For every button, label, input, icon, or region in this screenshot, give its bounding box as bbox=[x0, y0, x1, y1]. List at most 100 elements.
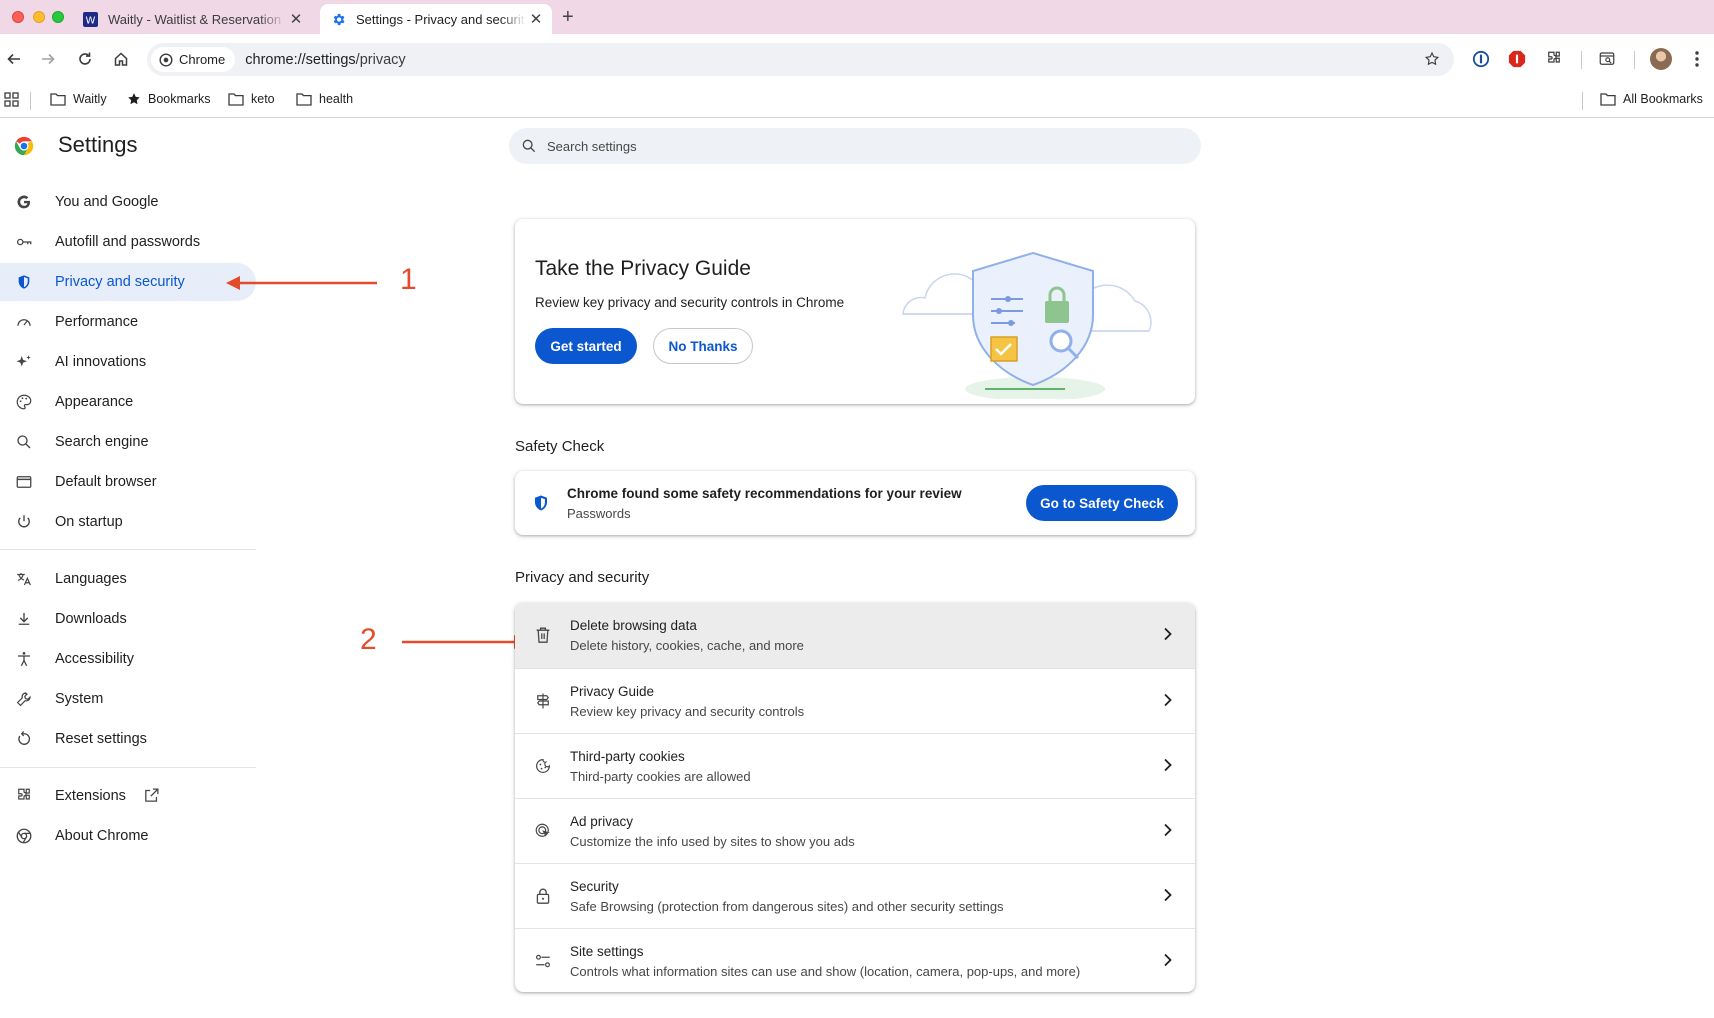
fullscreen-window-button[interactable] bbox=[52, 11, 64, 23]
home-button[interactable] bbox=[111, 49, 131, 69]
sidebar-item-about-chrome[interactable]: About Chrome bbox=[0, 817, 256, 855]
sidebar-item-privacy[interactable]: Privacy and security bbox=[0, 263, 256, 301]
palette-icon bbox=[14, 392, 34, 412]
sidebar-item-system[interactable]: System bbox=[0, 680, 256, 718]
sidebar-item-label: AI innovations bbox=[55, 354, 147, 370]
forward-button[interactable] bbox=[38, 49, 58, 69]
sidebar-item-performance[interactable]: Performance bbox=[0, 303, 256, 341]
waitly-favicon: W bbox=[82, 11, 98, 27]
all-bookmarks-button[interactable]: All Bookmarks bbox=[1600, 92, 1703, 106]
sidebar-item-label: Accessibility bbox=[55, 651, 134, 667]
row-security[interactable]: Security Safe Browsing (protection from … bbox=[515, 863, 1195, 928]
row-site-settings[interactable]: Site settings Controls what information … bbox=[515, 928, 1195, 992]
tab-search-icon[interactable] bbox=[1596, 48, 1618, 70]
row-subtitle: Review key privacy and security controls bbox=[570, 704, 805, 719]
back-button[interactable] bbox=[4, 49, 24, 69]
sidebar-item-reset-settings[interactable]: Reset settings bbox=[0, 720, 256, 758]
bookmark-keto[interactable]: keto bbox=[228, 92, 275, 106]
browser-window-icon bbox=[14, 472, 34, 492]
sidebar-item-appearance[interactable]: Appearance bbox=[0, 383, 256, 421]
toolbar-divider bbox=[1581, 51, 1582, 69]
bookmark-star-icon[interactable] bbox=[1424, 51, 1440, 72]
bookmark-label: Bookmarks bbox=[148, 92, 211, 106]
chip-label: Chrome bbox=[179, 52, 226, 67]
bookmark-label: keto bbox=[251, 92, 275, 106]
page-title: Settings bbox=[58, 132, 138, 157]
no-thanks-button[interactable]: No Thanks bbox=[653, 328, 753, 364]
safety-check-title: Chrome found some safety recommendations… bbox=[567, 486, 962, 501]
row-title: Privacy Guide bbox=[570, 684, 655, 699]
get-started-button[interactable]: Get started bbox=[535, 328, 637, 364]
close-window-button[interactable] bbox=[12, 11, 24, 23]
profile-avatar[interactable] bbox=[1650, 48, 1672, 70]
minimize-window-button[interactable] bbox=[33, 11, 45, 23]
sidebar-item-extensions[interactable]: Extensions bbox=[0, 777, 256, 815]
privacy-guide-title: Take the Privacy Guide bbox=[535, 257, 751, 280]
bookmark-waitly[interactable]: Waitly bbox=[50, 92, 107, 106]
sidebar-item-label: About Chrome bbox=[55, 828, 149, 844]
sidebar-item-downloads[interactable]: Downloads bbox=[0, 600, 256, 638]
folder-icon bbox=[228, 93, 244, 106]
search-icon bbox=[522, 139, 536, 153]
sidebar-item-label: Performance bbox=[55, 314, 139, 330]
sidebar-divider bbox=[0, 549, 256, 550]
sidebar-item-ai-innovations[interactable]: AI innovations bbox=[0, 343, 256, 381]
address-bar[interactable]: Chrome chrome://settings/privacy bbox=[147, 43, 1454, 76]
sidebar-item-accessibility[interactable]: Accessibility bbox=[0, 640, 256, 678]
sidebar-item-autofill[interactable]: Autofill and passwords bbox=[0, 223, 256, 261]
sidebar-item-label: Extensions bbox=[55, 788, 126, 804]
sidebar-item-languages[interactable]: Languages bbox=[0, 560, 256, 598]
close-tab-icon[interactable]: ✕ bbox=[526, 10, 546, 28]
home-icon bbox=[114, 52, 128, 66]
bookmark-bookmarks[interactable]: Bookmarks bbox=[127, 92, 211, 106]
row-subtitle: Controls what information sites can use … bbox=[570, 964, 1081, 979]
row-third-party-cookies[interactable]: Third-party cookies Third-party cookies … bbox=[515, 733, 1195, 798]
row-subtitle: Safe Browsing (protection from dangerous… bbox=[570, 899, 1004, 914]
sidebar-item-label: Privacy and security bbox=[55, 274, 185, 290]
sidebar-item-label: Default browser bbox=[55, 474, 157, 490]
trash-icon bbox=[533, 625, 553, 645]
close-tab-icon[interactable]: ✕ bbox=[286, 10, 306, 28]
go-to-safety-check-button[interactable]: Go to Safety Check bbox=[1026, 485, 1178, 521]
bookmark-label: Waitly bbox=[73, 92, 107, 106]
reload-button[interactable] bbox=[75, 49, 95, 69]
chevron-right-icon bbox=[1163, 693, 1173, 712]
chevron-right-icon bbox=[1163, 823, 1173, 842]
row-delete-browsing-data[interactable]: Delete browsing data Delete history, coo… bbox=[515, 603, 1195, 668]
row-privacy-guide[interactable]: Privacy Guide Review key privacy and sec… bbox=[515, 668, 1195, 733]
tab-strip: W Waitly - Waitlist & Reservation ✕ Sett… bbox=[0, 0, 1714, 34]
safety-check-subtitle: Passwords bbox=[567, 506, 631, 521]
reset-icon bbox=[14, 729, 34, 749]
url-path: /privacy bbox=[355, 51, 406, 68]
reload-icon bbox=[79, 52, 91, 65]
password-manager-extension-icon[interactable] bbox=[1470, 48, 1492, 70]
chrome-logo-icon bbox=[14, 136, 34, 156]
sidebar-item-search-engine[interactable]: Search engine bbox=[0, 423, 256, 461]
privacy-settings-list: Delete browsing data Delete history, coo… bbox=[515, 603, 1195, 992]
ad-privacy-icon bbox=[533, 821, 553, 841]
shield-icon bbox=[14, 272, 34, 292]
sidebar-item-label: Search engine bbox=[55, 434, 149, 450]
extensions-puzzle-icon[interactable] bbox=[1543, 48, 1565, 70]
apps-grid-icon[interactable] bbox=[4, 92, 26, 107]
site-info-chip[interactable]: Chrome bbox=[151, 47, 236, 72]
row-ad-privacy[interactable]: Ad privacy Customize the info used by si… bbox=[515, 798, 1195, 863]
tab-waitly[interactable]: W Waitly - Waitlist & Reservation ✕ bbox=[82, 4, 312, 34]
sidebar-item-you-and-google[interactable]: You and Google bbox=[0, 183, 256, 221]
bookmark-health[interactable]: health bbox=[296, 92, 353, 106]
url-text[interactable]: chrome://settings/privacy bbox=[245, 52, 405, 68]
tab-settings[interactable]: Settings - Privacy and security ✕ bbox=[320, 4, 552, 34]
sidebar-item-on-startup[interactable]: On startup bbox=[0, 503, 256, 541]
star-icon bbox=[128, 93, 140, 105]
sidebar-item-label: Downloads bbox=[55, 611, 127, 627]
chrome-icon bbox=[14, 826, 34, 846]
folder-icon bbox=[296, 93, 312, 106]
search-settings-input[interactable]: Search settings bbox=[509, 128, 1201, 164]
bookmarks-bar: Waitly Bookmarks keto health All Bookmar… bbox=[0, 84, 1714, 118]
sidebar-item-label: Appearance bbox=[55, 394, 134, 410]
sidebar-item-default-browser[interactable]: Default browser bbox=[0, 463, 256, 501]
ad-blocker-extension-icon[interactable] bbox=[1506, 48, 1528, 70]
new-tab-button[interactable]: + bbox=[562, 6, 574, 29]
more-menu-icon[interactable] bbox=[1686, 48, 1708, 70]
open-in-new-icon bbox=[143, 787, 160, 808]
